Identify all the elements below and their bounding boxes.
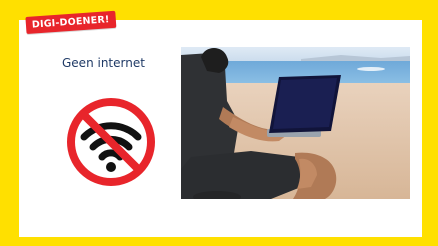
brand-badge-label: DIGI-DOENER! <box>31 14 110 31</box>
caption-title: Geen internet <box>62 56 145 70</box>
no-wifi-icon <box>67 98 155 186</box>
beach-laptop-photo <box>181 47 410 199</box>
lesson-card: DIGI-DOENER! Geen internet <box>0 0 438 246</box>
